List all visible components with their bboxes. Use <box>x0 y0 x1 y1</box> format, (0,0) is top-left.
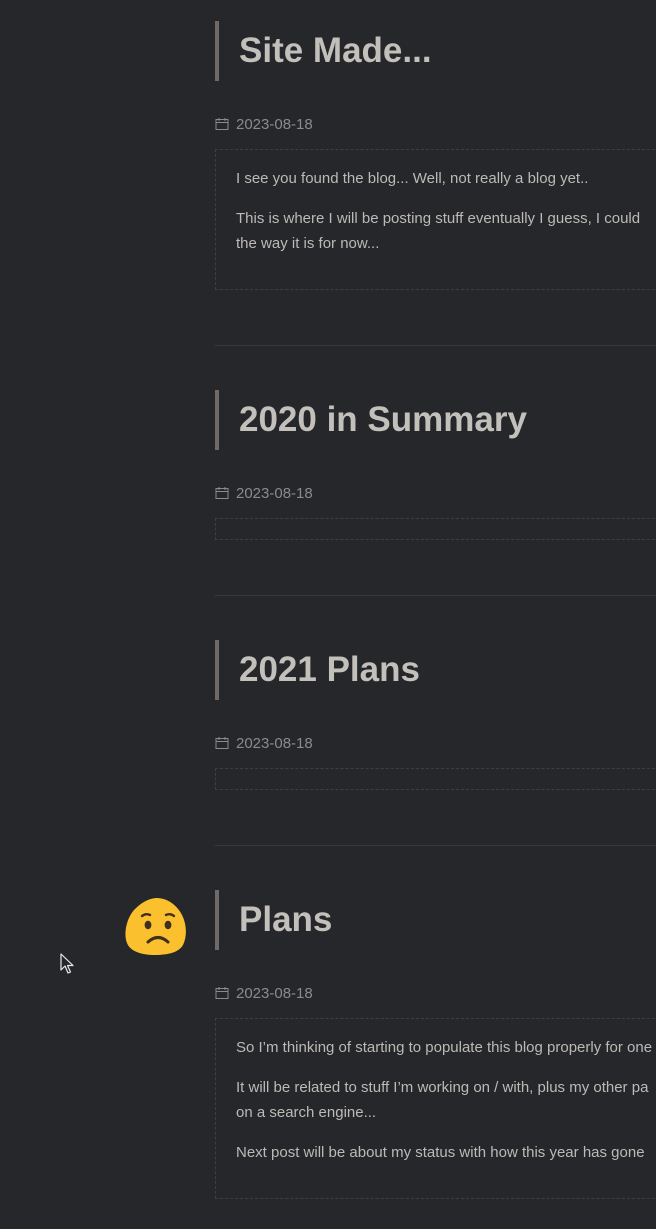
calendar-icon <box>215 987 229 999</box>
post-date: 2023-08-18 <box>215 114 313 134</box>
post-date: 2023-08-18 <box>215 983 313 1003</box>
post-paragraph: I see you found the blog... Well, not re… <box>236 170 589 187</box>
post-date: 2023-08-18 <box>215 483 313 503</box>
post-paragraph: Next post will be about my status with h… <box>236 1144 645 1161</box>
post-body: So I’m thinking of starting to populate … <box>215 1018 656 1199</box>
post-paragraph: This is where I will be posting stuff ev… <box>236 210 641 227</box>
post-divider <box>215 595 656 596</box>
post-body <box>215 768 656 790</box>
calendar-icon <box>215 118 229 130</box>
mouse-cursor <box>60 953 74 974</box>
post-paragraph: It will be related to stuff I’m working … <box>236 1079 649 1096</box>
post-paragraph: So I’m thinking of starting to populate … <box>236 1039 653 1056</box>
post-title-link[interactable]: Plans <box>215 890 332 950</box>
post-date-text: 2023-08-18 <box>236 984 313 1002</box>
post-date-text: 2023-08-18 <box>236 484 313 502</box>
disappointed-face-emoji <box>125 898 186 955</box>
post-body: I see you found the blog... Well, not re… <box>215 149 656 290</box>
post-body <box>215 518 656 540</box>
post-date: 2023-08-18 <box>215 733 313 753</box>
post-paragraph: the way it is for now... <box>236 235 380 252</box>
post-paragraph: on a search engine... <box>236 1104 377 1121</box>
post-divider <box>215 345 656 346</box>
blog-page: Site Made... 2023-08-18 I see you found … <box>0 0 656 1229</box>
post-divider <box>215 845 656 846</box>
post-title-link[interactable]: 2020 in Summary <box>215 390 527 450</box>
post-title-link[interactable]: 2021 Plans <box>215 640 420 700</box>
calendar-icon <box>215 487 229 499</box>
post-title-link[interactable]: Site Made... <box>215 21 432 81</box>
post-date-text: 2023-08-18 <box>236 734 313 752</box>
post-date-text: 2023-08-18 <box>236 115 313 133</box>
calendar-icon <box>215 737 229 749</box>
